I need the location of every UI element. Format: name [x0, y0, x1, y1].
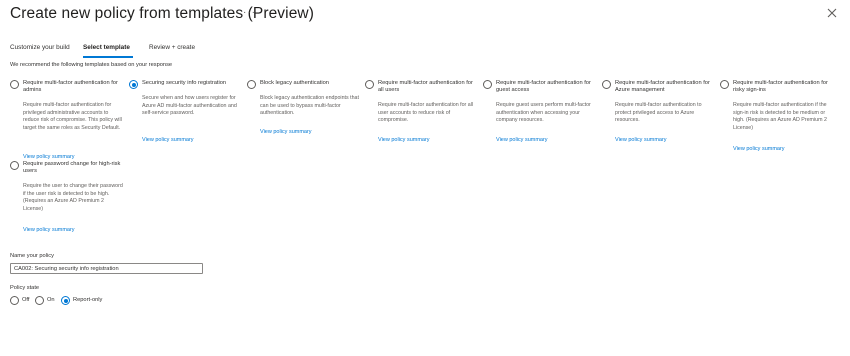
template-name[interactable]: Require multi-factor authentication for … [733, 80, 833, 95]
view-policy-summary-link[interactable]: View policy summary [378, 137, 430, 143]
policy-state-on-option[interactable]: On [35, 296, 59, 306]
more-options-icon[interactable]: ··· [243, 7, 256, 18]
template-description: Require the user to change their passwor… [23, 183, 123, 212]
view-policy-summary-link[interactable]: View policy summary [142, 137, 194, 143]
intro-text: We recommend the following templates bas… [10, 62, 173, 68]
template-name[interactable]: Require password change for high-risk us… [23, 161, 123, 176]
policy-state-off-option[interactable]: Off [10, 296, 34, 306]
tab-customize-your-build[interactable]: Customize your build [10, 44, 70, 51]
template-option-mfa-all-users[interactable]: Require multi-factor authentication for … [365, 80, 475, 148]
radio-button[interactable] [247, 80, 256, 89]
active-tab-indicator [83, 56, 133, 58]
template-description: Require multi-factor authentication for … [23, 102, 122, 131]
tab-select-template[interactable]: Select template [83, 44, 130, 51]
template-name[interactable]: Require multi-factor authentication for … [23, 80, 123, 95]
template-name[interactable]: Securing security info registration [142, 80, 242, 87]
radio-button-selected[interactable] [61, 296, 70, 305]
radio-button[interactable] [483, 80, 492, 89]
option-label: On [47, 297, 55, 303]
view-policy-summary-link[interactable]: View policy summary [733, 146, 785, 152]
tab-review-create[interactable]: Review + create [149, 44, 195, 51]
policy-name-input[interactable] [10, 263, 203, 274]
template-description: Secure when and how users register for A… [142, 95, 237, 117]
radio-button[interactable] [365, 80, 374, 89]
template-name[interactable]: Require multi-factor authentication for … [615, 80, 715, 95]
panel-header: Create new policy from templates (Previe… [10, 5, 840, 25]
option-label: Report-only [73, 297, 103, 303]
view-policy-summary-link[interactable]: View policy summary [260, 129, 312, 135]
template-name[interactable]: Require multi-factor authentication for … [496, 80, 596, 95]
view-policy-summary-link[interactable]: View policy summary [23, 154, 75, 160]
template-name[interactable]: Require multi-factor authentication for … [378, 80, 478, 95]
policy-name-label: Name your policy [10, 253, 54, 259]
template-description: Require multi-factor authentication for … [378, 102, 474, 124]
radio-button[interactable] [35, 296, 44, 305]
view-policy-summary-link[interactable]: View policy summary [23, 227, 75, 233]
view-policy-summary-link[interactable]: View policy summary [496, 137, 548, 143]
radio-button[interactable] [10, 296, 19, 305]
template-option-mfa-guest-access[interactable]: Require multi-factor authentication for … [483, 80, 593, 148]
template-option-mfa-azure-management[interactable]: Require multi-factor authentication for … [602, 80, 712, 148]
option-label: Off [22, 297, 30, 303]
page-title: Create new policy from templates (Previe… [10, 5, 314, 22]
radio-button[interactable] [10, 80, 19, 89]
policy-state-label: Policy state [10, 285, 40, 291]
radio-button[interactable] [10, 161, 19, 170]
policy-state-report-only-option[interactable]: Report-only [61, 296, 121, 306]
template-option-mfa-admins[interactable]: Require multi-factor authentication for … [10, 80, 123, 164]
view-policy-summary-link[interactable]: View policy summary [615, 137, 667, 143]
radio-button-selected[interactable] [129, 80, 138, 89]
template-option-mfa-risky-sign-ins[interactable]: Require multi-factor authentication for … [720, 80, 830, 156]
template-option-block-legacy-auth[interactable]: Block legacy authentication Block legacy… [247, 80, 360, 140]
template-description: Require multi-factor authentication to p… [615, 102, 702, 124]
template-description: Require multi-factor authentication if t… [733, 102, 827, 131]
close-icon[interactable] [826, 7, 838, 19]
template-option-securing-security-info[interactable]: Securing security info registration Secu… [129, 80, 239, 148]
radio-button[interactable] [720, 80, 729, 89]
template-description: Block legacy authentication endpoints th… [260, 95, 359, 117]
radio-button[interactable] [602, 80, 611, 89]
template-name[interactable]: Block legacy authentication [260, 80, 360, 87]
template-description: Require guest users perform multi-factor… [496, 102, 591, 124]
template-option-password-change-high-risk[interactable]: Require password change for high-risk us… [10, 161, 123, 237]
